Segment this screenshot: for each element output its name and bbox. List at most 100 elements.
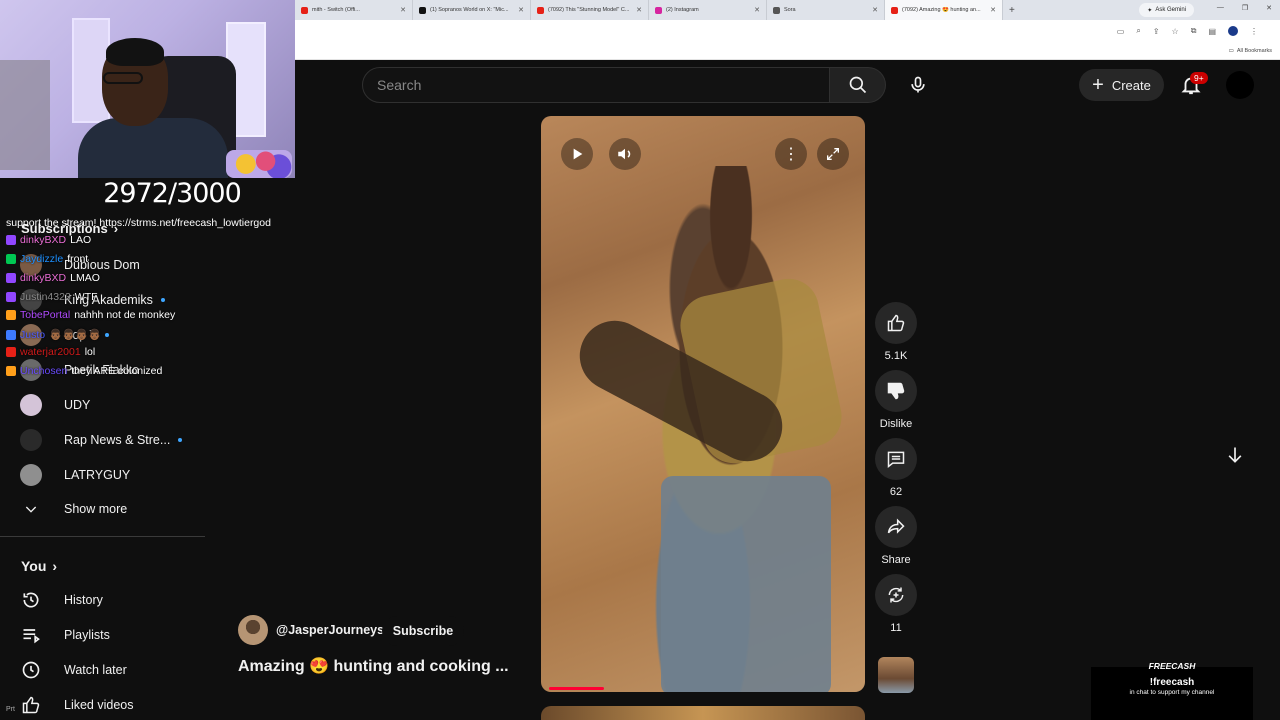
channel-avatar	[20, 464, 42, 486]
you-heading-label: You	[21, 558, 47, 574]
dislike-button[interactable]	[875, 370, 917, 412]
remix-button[interactable]	[875, 574, 917, 616]
watch-later-icon	[20, 660, 42, 680]
tab-favicon	[419, 6, 426, 14]
chat-username[interactable]: Jaydizzle	[20, 253, 63, 265]
sound-source-thumbnail[interactable]	[878, 657, 914, 693]
chat-text: WTF	[74, 291, 98, 303]
share-action[interactable]: Share	[872, 506, 920, 566]
video-progress-bar[interactable]	[549, 687, 604, 690]
stream-bottom-badge: Рrt	[6, 706, 15, 713]
microphone-icon	[911, 76, 925, 93]
you-item-label: History	[64, 593, 103, 607]
cast-icon[interactable]: ▭	[1117, 27, 1125, 36]
thumbs-up-icon	[887, 314, 905, 332]
fullscreen-button[interactable]	[817, 138, 849, 170]
more-dots-icon: ⋮	[783, 146, 799, 163]
chat-username[interactable]: TobePortal	[20, 309, 70, 321]
close-tab-icon[interactable]: ✕	[754, 6, 760, 14]
menu-dots-icon[interactable]: ⋮	[1250, 27, 1258, 36]
comment-count: 62	[889, 486, 903, 498]
channel-avatar[interactable]	[238, 615, 268, 645]
create-label: Create	[1111, 77, 1151, 93]
gemini-icon: ✦	[1147, 7, 1153, 14]
sidebar-you-item[interactable]: Playlists	[20, 621, 200, 649]
chat-message: dinkyBXD LAO	[6, 234, 91, 246]
search-button[interactable]	[830, 67, 886, 103]
volume-button[interactable]	[609, 138, 641, 170]
chat-username[interactable]: Justin4323	[20, 291, 71, 303]
chat-username[interactable]: waterjar2001	[20, 346, 81, 358]
sidebar-subscription-item[interactable]: Rap News & Stre...	[20, 426, 200, 454]
profile-icon[interactable]	[1228, 26, 1238, 36]
browser-tab[interactable]: (7092) This "Stunning Model" C... ✕	[531, 0, 649, 20]
restore-icon[interactable]: ❐	[1242, 4, 1248, 12]
chat-username[interactable]: dinkyBXD	[20, 234, 66, 246]
account-avatar[interactable]	[1226, 71, 1254, 99]
remix-action[interactable]: 11	[872, 574, 920, 634]
like-action[interactable]: 5.1K	[872, 302, 920, 362]
close-window-icon[interactable]: ✕	[1266, 4, 1272, 12]
browser-tab[interactable]: Sora ✕	[767, 0, 885, 20]
sidebar-you-item[interactable]: Liked videos	[20, 691, 200, 719]
close-tab-icon[interactable]: ✕	[872, 6, 878, 14]
browser-tab[interactable]: mith - Switch (Offi... ✕	[295, 0, 413, 20]
voice-search-button[interactable]	[900, 67, 936, 103]
subscribe-button[interactable]: Subscribe	[382, 616, 464, 646]
close-tab-icon[interactable]: ✕	[400, 6, 406, 14]
ask-gemini-button[interactable]: ✦ Ask Gemini	[1139, 3, 1194, 17]
reading-list-icon[interactable]: ▤	[1208, 27, 1216, 36]
next-short-button[interactable]	[1220, 440, 1250, 470]
remix-count: 11	[890, 622, 902, 634]
chat-text: front	[67, 253, 89, 265]
sidebar-subscription-item[interactable]: UDY	[20, 391, 200, 419]
chat-username[interactable]: Justo	[20, 329, 45, 341]
comments-action[interactable]: 62	[872, 438, 920, 498]
bookmark-star-icon[interactable]: ☆	[1172, 27, 1179, 36]
short-video-player[interactable]: ⋮	[541, 116, 865, 692]
close-tab-icon[interactable]: ✕	[518, 6, 524, 14]
search-field[interactable]	[362, 67, 830, 103]
zoom-icon[interactable]: ⌕	[1136, 26, 1140, 36]
all-bookmarks-link[interactable]: All Bookmarks	[1237, 48, 1272, 54]
create-button[interactable]: + Create	[1079, 69, 1164, 101]
browser-tab[interactable]: (1) Sopranos World on X: "Mic... ✕	[413, 0, 531, 20]
share-button[interactable]	[875, 506, 917, 548]
chat-message: TobePortal nahhh not de monkey	[6, 309, 175, 321]
search-input[interactable]	[377, 77, 829, 93]
sidebar-you-item[interactable]: Watch later	[20, 656, 200, 684]
play-button[interactable]	[561, 138, 593, 170]
show-more-button[interactable]: Show more	[20, 495, 200, 523]
channel-avatar	[20, 429, 42, 451]
sidebar-you-item[interactable]: History	[20, 586, 200, 614]
sidebar-divider	[0, 536, 205, 537]
you-heading[interactable]: You ›	[21, 558, 57, 574]
freecash-command: !freecash	[1149, 677, 1195, 688]
subscriber-goal-counter: 2972/3000	[103, 178, 242, 209]
new-tab-button[interactable]: +	[1003, 5, 1021, 16]
next-short-preview[interactable]	[541, 706, 865, 720]
close-tab-icon[interactable]: ✕	[990, 6, 996, 14]
channel-name[interactable]: @JasperJourneys	[276, 623, 384, 637]
comments-button[interactable]	[875, 438, 917, 480]
browser-tab[interactable]: (2) Instagram ✕	[649, 0, 767, 20]
play-icon	[573, 148, 583, 160]
chat-text: nahhh not de monkey	[74, 309, 176, 321]
more-options-button[interactable]: ⋮	[775, 138, 807, 170]
share-page-icon[interactable]: ⇪	[1153, 27, 1160, 36]
browser-tab[interactable]: (7092) Amazing 😍 hunting an... ✕	[885, 0, 1003, 20]
volume-icon	[618, 148, 631, 160]
extensions-icon[interactable]: ⧉	[1191, 26, 1197, 36]
chat-message: Justin4323 WTF	[6, 291, 98, 303]
dislike-action[interactable]: Dislike	[872, 370, 920, 430]
chat-username[interactable]: dinkyBXD	[20, 272, 66, 284]
minimize-icon[interactable]: —	[1217, 4, 1224, 12]
channel-avatar	[20, 394, 42, 416]
like-button[interactable]	[875, 302, 917, 344]
chat-username[interactable]: Unchosen	[20, 365, 67, 377]
chevron-down-icon	[20, 501, 42, 517]
sidebar-subscription-item[interactable]: LATRYGUY	[20, 461, 200, 489]
close-tab-icon[interactable]: ✕	[636, 6, 642, 14]
short-title[interactable]: Amazing 😍 hunting and cooking ...	[238, 656, 509, 676]
address-bar[interactable]: ▭ ⌕ ⇪ ☆ ⧉ ▤ ⋮	[295, 20, 1280, 42]
